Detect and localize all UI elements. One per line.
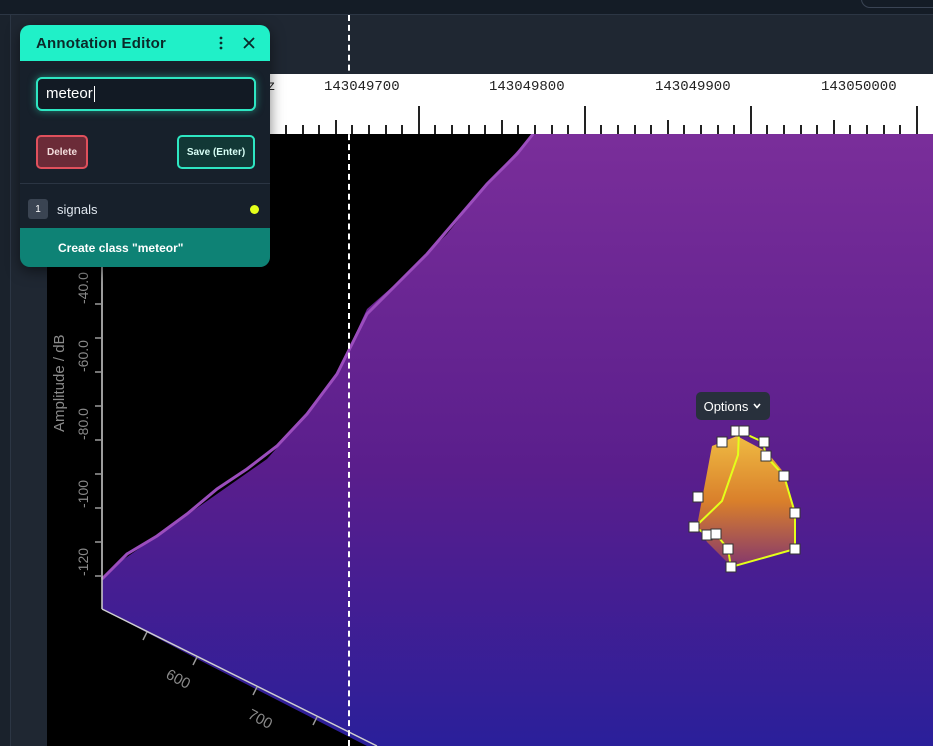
create-class-button[interactable]: Create class "meteor" [20, 228, 270, 267]
ruler-tick [899, 125, 902, 134]
ruler-tick [617, 125, 619, 134]
y-tick-label: -120 [75, 547, 91, 576]
ruler-tick [467, 125, 470, 134]
ruler-tick [318, 125, 321, 134]
top-bar [0, 0, 933, 15]
annotation-options-button[interactable]: Options [696, 392, 770, 420]
ruler-tick [849, 125, 852, 134]
ruler-tick [451, 125, 453, 134]
ruler-tick [484, 125, 487, 134]
delete-button[interactable]: Delete [36, 135, 88, 169]
ruler-tick [567, 125, 570, 134]
ruler-tick [700, 125, 702, 134]
ruler-label: 143049900 [655, 79, 731, 95]
class-item-signals[interactable]: 1 signals [20, 197, 270, 223]
ruler-tick [550, 125, 553, 134]
ruler-tick [417, 106, 420, 134]
ruler-tick [500, 120, 503, 134]
ruler-tick [882, 125, 885, 134]
ruler-tick [368, 125, 370, 134]
kebab-menu-icon[interactable] [210, 32, 232, 54]
left-sidebar-strip [0, 15, 11, 746]
y-axis-label: Amplitude / dB [51, 334, 68, 432]
ruler-tick [334, 120, 337, 134]
ruler-tick [351, 125, 354, 134]
save-button[interactable]: Save (Enter) [177, 135, 255, 169]
class-name: signals [57, 202, 98, 217]
time-cursor-line[interactable] [348, 15, 350, 746]
y-tick-label: -60.0 [75, 340, 91, 372]
ruler-label: 143049700 [324, 79, 400, 95]
panel-title: Annotation Editor [36, 34, 167, 52]
annotation-name-value: meteor [46, 85, 93, 102]
annotation-editor-header[interactable]: Annotation Editor [20, 25, 270, 61]
annotation-editor-panel: Annotation Editor meteor Delete Save (En… [20, 25, 270, 267]
ruler-label: 143050000 [821, 79, 897, 95]
ruler-tick [517, 125, 520, 134]
ruler-tick [866, 125, 868, 134]
ruler-tick [666, 120, 669, 134]
y-tick-label: -40.0 [75, 272, 91, 304]
ruler-tick [816, 125, 819, 134]
text-caret [93, 86, 95, 103]
ruler-tick [434, 125, 437, 134]
ruler-tick [534, 125, 536, 134]
class-index-badge: 1 [28, 199, 48, 219]
class-color-dot [250, 205, 259, 214]
ruler-tick [384, 125, 387, 134]
ruler-tick [799, 125, 802, 134]
ruler-tick [783, 125, 785, 134]
ruler-tick [301, 125, 304, 134]
options-label: Options [703, 398, 749, 414]
ruler-tick [600, 125, 603, 134]
ruler-tick [749, 106, 752, 134]
chevron-down-icon [753, 403, 762, 409]
top-bar-pill[interactable] [861, 0, 933, 8]
ruler-tick [915, 106, 918, 134]
y-axis-ticks [95, 303, 102, 577]
ruler-tick [832, 120, 835, 134]
y-tick-label: -100 [75, 479, 91, 508]
close-icon[interactable] [238, 32, 260, 54]
ruler-tick [285, 125, 287, 134]
ruler-tick [401, 125, 404, 134]
ruler-tick [766, 125, 769, 134]
ruler-label: 143049800 [489, 79, 565, 95]
divider [20, 183, 270, 184]
ruler-tick [633, 125, 636, 134]
ruler-tick [650, 125, 653, 134]
ruler-tick [716, 125, 719, 134]
annotation-name-input[interactable]: meteor [36, 77, 256, 111]
ruler-tick [583, 106, 586, 134]
y-tick-label: -80.0 [75, 408, 91, 440]
ruler-tick [683, 125, 686, 134]
ruler-tick [733, 125, 736, 134]
